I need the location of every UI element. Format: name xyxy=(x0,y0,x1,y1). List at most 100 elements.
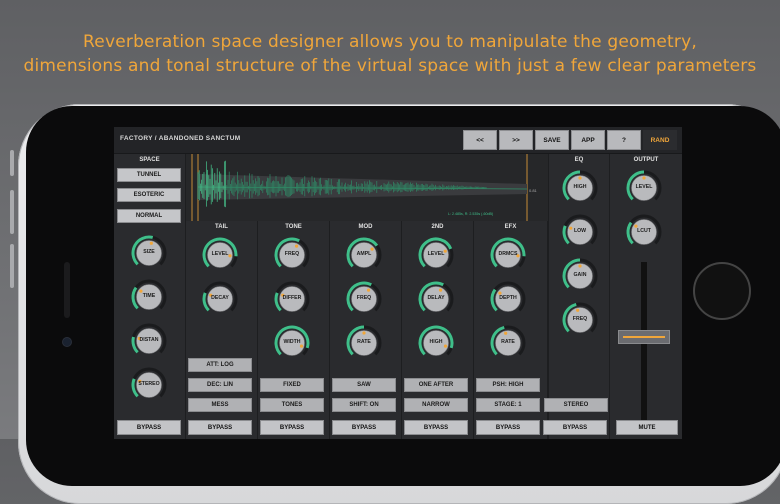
knob-label: DELAY xyxy=(427,295,445,301)
tail-bypass-button[interactable]: BYPASS xyxy=(188,420,252,435)
phone-volume-down xyxy=(10,244,14,288)
tail-decay-knob[interactable]: DECAY xyxy=(202,281,238,317)
eq-low-knob[interactable]: LOW xyxy=(562,214,598,250)
second-order-button[interactable]: ONE AFTER xyxy=(404,378,468,392)
space-bypass-button[interactable]: BYPASS xyxy=(117,420,181,435)
mod-freq-knob[interactable]: FREQ xyxy=(346,281,382,317)
knob-label: RATE xyxy=(501,339,515,345)
phone-volume-up xyxy=(10,190,14,234)
mute-button[interactable]: MUTE xyxy=(616,420,678,435)
headline: Reverberation space designer allows you … xyxy=(0,30,780,78)
second-delay-knob[interactable]: DELAY xyxy=(418,281,454,317)
tail-attack-button[interactable]: ATT: LOG xyxy=(188,358,252,372)
tone-freq-knob[interactable]: FREQ xyxy=(274,237,310,273)
tail-decay-curve-button[interactable]: DEC: LIN xyxy=(188,378,252,392)
output-lcut-knob[interactable]: LCUT xyxy=(626,214,662,250)
tail-title: TAIL xyxy=(215,224,228,230)
knob-label: LCUT xyxy=(637,228,651,234)
knob-pointer xyxy=(149,241,153,245)
help-button[interactable]: ? xyxy=(607,130,641,150)
knob-label: FREQ xyxy=(284,251,300,257)
tail-panel: TAIL LEVEL DECAY ATT: LOG DEC: LIN MESS xyxy=(186,221,258,439)
distance-knob[interactable]: DISTAN xyxy=(131,323,167,359)
knob-pointer xyxy=(504,331,508,335)
knob-pointer xyxy=(578,264,582,268)
knob-pointer xyxy=(438,288,443,292)
tail-level-knob[interactable]: LEVEL xyxy=(202,237,238,273)
output-level-knob[interactable]: LEVEL xyxy=(626,170,662,206)
tone-differ-knob[interactable]: DIFFER xyxy=(274,281,310,317)
knob-label: LEVEL xyxy=(635,184,653,190)
time-knob[interactable]: TIME xyxy=(131,279,167,315)
efx-pitch-shift-button[interactable]: PSH: HIGH xyxy=(476,378,540,392)
second-title: 2ND xyxy=(431,224,444,230)
eq-freq-knob[interactable]: FREQ xyxy=(562,302,598,338)
second-level-knob[interactable]: LEVEL xyxy=(418,237,454,273)
efx-stage-button[interactable]: STAGE: 1 xyxy=(476,398,540,412)
space-title: SPACE xyxy=(139,157,160,163)
mod-bypass-button[interactable]: BYPASS xyxy=(332,420,396,435)
efx-drmcs-knob[interactable]: DRMCS xyxy=(490,237,526,273)
knob-label: DIFFER xyxy=(282,295,302,301)
headline-line-2: dimensions and tonal structure of the vi… xyxy=(23,56,757,76)
tone-width-knob[interactable]: WIDTH xyxy=(274,325,310,361)
efx-title: EFX xyxy=(504,224,517,230)
dry-wet-fader-track[interactable] xyxy=(641,262,647,428)
phone-speaker xyxy=(64,262,70,318)
phone-home-button[interactable] xyxy=(693,262,751,320)
tail-mess-button[interactable]: MESS xyxy=(188,398,252,412)
mod-rate-knob[interactable]: RATE xyxy=(346,325,382,361)
tone-title: TONE xyxy=(285,224,302,230)
decay-time-readout: L: 2.485s, R: 2.535s (-60dB) xyxy=(448,212,493,216)
eq-stereo-button[interactable]: STEREO xyxy=(544,398,608,412)
knob-label: STEREO xyxy=(138,381,160,387)
space-mode-normal[interactable]: NORMAL xyxy=(117,209,181,223)
knob-label: WIDTH xyxy=(283,339,301,345)
top-bar: FACTORY / ABANDONED SANCTUM << >> SAVE A… xyxy=(114,127,682,154)
eq-high-knob[interactable]: HIGH xyxy=(562,170,598,206)
tone-fixed-button[interactable]: FIXED xyxy=(260,378,324,392)
space-mode-tunnel[interactable]: TUNNEL xyxy=(117,168,181,182)
efx-rate-knob[interactable]: RATE xyxy=(490,325,526,361)
size-knob[interactable]: SIZE xyxy=(131,235,167,271)
eq-bypass-button[interactable]: BYPASS xyxy=(543,420,607,435)
space-mode-esoteric[interactable]: ESOTERIC xyxy=(117,188,181,202)
phone-side-button xyxy=(10,150,14,176)
second-bypass-button[interactable]: BYPASS xyxy=(404,420,468,435)
tone-bypass-button[interactable]: BYPASS xyxy=(260,420,324,435)
save-button[interactable]: SAVE xyxy=(535,130,569,150)
mod-panel: MOD AMPL FREQ RATE SAW SHIFT: ON xyxy=(330,221,402,439)
headline-line-1: Reverberation space designer allows you … xyxy=(83,32,697,52)
preset-name[interactable]: FACTORY / ABANDONED SANCTUM xyxy=(120,135,240,142)
knob-pointer xyxy=(362,331,366,335)
phone-camera xyxy=(63,338,71,346)
knob-label: SIZE xyxy=(143,249,155,255)
stereo-knob[interactable]: STEREO xyxy=(131,367,167,403)
output-panel: OUTPUT LEVEL LCUT DRY/WET xyxy=(610,154,682,439)
knob-label: RATE xyxy=(357,339,371,345)
knob-pointer xyxy=(294,244,299,248)
prev-preset-button[interactable]: << xyxy=(463,130,497,150)
impulse-response-display[interactable]: 0.81 L: 2.485s, R: 2.535s (-60dB) xyxy=(186,154,548,221)
second-panel: 2ND LEVEL DELAY HIGH ONE AFTER NARROW xyxy=(402,221,474,439)
rand-button[interactable]: RAND xyxy=(643,130,677,150)
mod-ampl-knob[interactable]: AMPL xyxy=(346,237,382,273)
waveform-graph: 0.81 L: 2.485s, R: 2.535s (-60dB) xyxy=(191,154,538,221)
knob-pointer xyxy=(578,176,582,180)
mod-shift-button[interactable]: SHIFT: ON xyxy=(332,398,396,412)
app-button[interactable]: APP xyxy=(571,130,605,150)
second-high-knob[interactable]: HIGH xyxy=(418,325,454,361)
tone-panel: TONE FREQ DIFFER WIDTH FIXED TONES xyxy=(258,221,330,439)
next-preset-button[interactable]: >> xyxy=(499,130,533,150)
knob-label: TIME xyxy=(142,293,156,299)
knob-label: DEPTH xyxy=(499,295,517,301)
efx-depth-knob[interactable]: DEPTH xyxy=(490,281,526,317)
efx-bypass-button[interactable]: BYPASS xyxy=(476,420,540,435)
second-width-button[interactable]: NARROW xyxy=(404,398,468,412)
dry-wet-fader-handle[interactable] xyxy=(618,330,670,345)
tone-tones-button[interactable]: TONES xyxy=(260,398,324,412)
eq-gain-knob[interactable]: GAIN xyxy=(562,258,598,294)
eq-panel: EQ HIGH LOW GAIN FREQ STEREO xyxy=(544,154,610,439)
mod-title: MOD xyxy=(358,224,373,230)
mod-saw-button[interactable]: SAW xyxy=(332,378,396,392)
